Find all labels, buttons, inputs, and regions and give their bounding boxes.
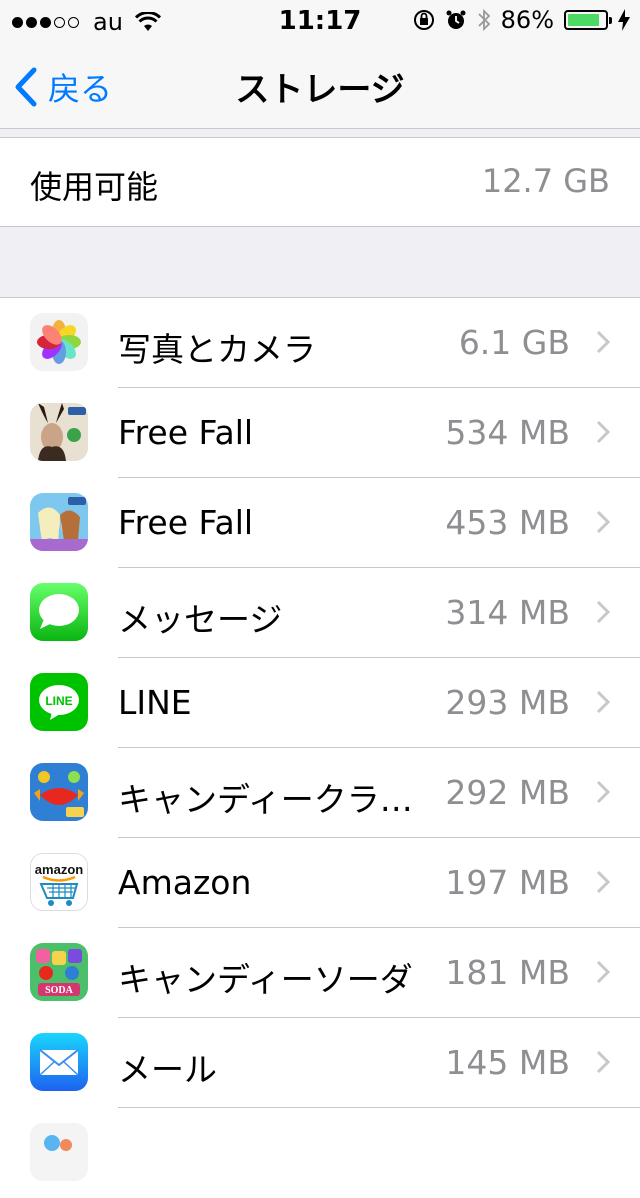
app-size: 145 MB [445,1043,570,1082]
list-item[interactable]: キャンディークラッ… 292 MB [0,748,640,838]
frozen-free-fall-icon [30,493,88,551]
list-item[interactable] [0,1108,640,1198]
status-right: 86% [413,6,630,34]
charging-icon [618,9,630,31]
chevron-right-icon [596,330,610,354]
photos-icon [30,313,88,371]
list-item[interactable]: Free Fall 453 MB [0,478,640,568]
app-name: Amazon [118,863,252,902]
list-item[interactable]: SODA キャンディーソーダ 181 MB [0,928,640,1018]
chevron-right-icon [596,690,610,714]
app-size: 314 MB [445,593,570,632]
app-name: キャンディーソーダ [118,960,413,999]
app-size: 534 MB [445,413,570,452]
line-icon: LINE [30,673,88,731]
page-title: ストレージ [235,70,405,110]
candy-crush-icon [30,763,88,821]
available-storage-row: 使用可能 12.7 GB [0,137,640,227]
list-item[interactable]: amazon Amazon 197 MB [0,838,640,928]
available-label: 使用可能 [30,168,159,206]
maleficent-free-fall-icon [30,403,88,461]
app-name: 写真とカメラ [118,330,316,369]
app-size: 181 MB [445,953,570,992]
soda-icon-text: SODA [45,985,74,996]
amazon-icon-text: amazon [35,862,83,877]
app-name: Free Fall [118,413,254,452]
battery-icon [564,10,612,30]
app-name: メッセージ [118,600,283,639]
app-size: 6.1 GB [458,323,570,362]
list-item[interactable]: メッセージ 314 MB [0,568,640,658]
partial-app-icon [30,1123,88,1181]
mail-icon [30,1033,88,1091]
navigation-bar: 戻る ストレージ [0,40,640,129]
app-storage-list: 写真とカメラ 6.1 GB Free Fall 534 MB Free Fall… [0,297,640,1198]
list-item[interactable]: Free Fall 534 MB [0,388,640,478]
chevron-right-icon [596,420,610,444]
bluetooth-icon [478,8,490,32]
messages-icon [30,583,88,641]
chevron-right-icon [596,510,610,534]
list-item[interactable]: LINE LINE 293 MB [0,658,640,748]
status-bar: au 11:17 86% [0,0,640,40]
alarm-icon [446,10,466,29]
chevron-right-icon [596,960,610,984]
list-item[interactable]: メール 145 MB [0,1018,640,1108]
app-name: キャンディークラッ… [118,780,436,819]
candy-crush-soda-icon: SODA [30,943,88,1001]
chevron-right-icon [596,1050,610,1074]
rotation-lock-icon [413,10,434,30]
chevron-right-icon [596,600,610,624]
chevron-right-icon [596,780,610,804]
line-icon-text: LINE [45,694,72,708]
app-size: 453 MB [445,503,570,542]
app-size: 197 MB [445,863,570,902]
available-value: 12.7 GB [481,162,610,200]
app-name: メール [118,1050,217,1089]
list-item[interactable]: 写真とカメラ 6.1 GB [0,298,640,388]
app-size: 292 MB [445,773,570,812]
battery-percent: 86% [500,6,554,34]
app-name: Free Fall [118,503,254,542]
chevron-right-icon [596,870,610,894]
app-name: LINE [118,683,192,722]
amazon-icon: amazon [30,853,88,911]
app-size: 293 MB [445,683,570,722]
